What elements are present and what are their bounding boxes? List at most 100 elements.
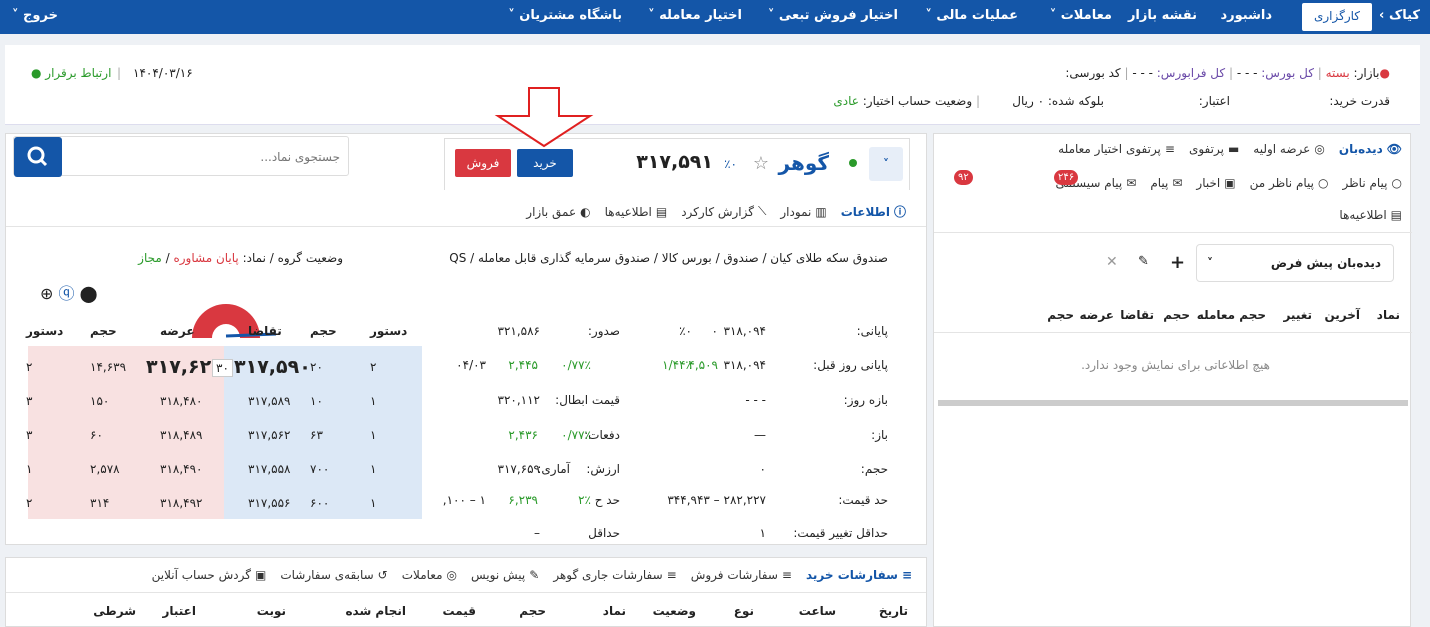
tab-info[interactable]: ⓘ اطلاعات	[841, 203, 906, 220]
tab-option-portfolio[interactable]: ≡ پرتفوی اختیار معامله	[1058, 142, 1175, 156]
tab-online-statement[interactable]: ▣ گردش حساب آنلاین	[152, 568, 267, 582]
search-box[interactable]	[13, 136, 349, 177]
menu-put-option[interactable]: اختیار فروش تبعی ˅	[768, 8, 898, 23]
watch-columns: نماد آخرین تغییر حجم معامله حجم تقاضا عر…	[1038, 308, 1400, 322]
stat-label: حد قیمت:	[838, 493, 888, 507]
symbol-change: ٪۰	[724, 157, 737, 171]
stat-label: بازه روز:	[843, 393, 888, 407]
col-last[interactable]: آخرین	[1312, 308, 1360, 322]
search-button[interactable]	[14, 137, 62, 177]
tab-chart[interactable]: ▥ نمودار	[780, 203, 826, 220]
orderbook-cell: ۳۱۴	[90, 496, 110, 510]
watchlist-select[interactable]: دیده‌بان پیش فرض ˅	[1196, 244, 1394, 282]
add-alert-icon[interactable]: ⊕	[40, 284, 53, 303]
tab-news[interactable]: ▣ اخبار	[1196, 176, 1235, 190]
orderbook-cell: ۲,۵۷۸	[90, 462, 120, 476]
stat-percent-2: ۰/۷۷٪	[561, 428, 591, 442]
tab-notices[interactable]: ▤ اطلاعیه‌ها	[605, 203, 668, 220]
tab-ipo[interactable]: ◎ عرضه اولیه	[1253, 142, 1325, 156]
stat-percent-2: ۲٪	[578, 493, 591, 507]
search-icon	[27, 146, 48, 167]
tab-announcements[interactable]: ▤ اطلاعیه‌ها	[1339, 208, 1402, 222]
stat-percent-2: ۰/۷۷٪	[561, 358, 591, 372]
menu-club[interactable]: باشگاه مشتریان ˅	[508, 8, 622, 23]
watch-tabs-2: ○ پیام ناظر ○ پیام ناظر من ▣ اخبار ✉ پیا…	[1055, 176, 1402, 190]
tab-buy-orders[interactable]: ≡ سفارشات خرید	[806, 568, 912, 582]
orderbook-cell: ۱	[26, 462, 33, 476]
stat-percent: ۱/۴۴٪	[662, 358, 692, 372]
stat-label-2: ارزش:	[586, 462, 620, 476]
exit-menu[interactable]: خروج ˅	[12, 8, 58, 23]
hint-icon[interactable]: ⓠ	[59, 284, 75, 303]
col-trade-volume[interactable]: حجم معامله	[1190, 308, 1266, 322]
tab-messages[interactable]: ✉ پیام	[1150, 176, 1182, 190]
col-ask[interactable]: عرضه	[1074, 308, 1114, 322]
brand-logo[interactable]: کیاک ›	[1379, 8, 1420, 23]
symbol-price: ۳۱۷,۵۹۱	[636, 151, 713, 173]
star-icon[interactable]: ☆	[753, 153, 769, 174]
tab-draft[interactable]: ✎ پیش نویس	[471, 568, 539, 582]
col-bid[interactable]: تقاضا	[1114, 308, 1154, 322]
stat-label: حداقل تغییر قیمت:	[793, 526, 888, 540]
tab-portfolio[interactable]: ▬ پرتفوی	[1189, 142, 1239, 156]
badge-messages: ۲۴۶	[1054, 170, 1079, 185]
orderbook-header: حجم	[310, 324, 337, 338]
status-dot	[849, 159, 857, 167]
col-symbol[interactable]: نماد	[1360, 308, 1400, 322]
stat-label-2: حداقل	[588, 526, 620, 540]
symbol-dropdown[interactable]: ˅	[869, 147, 903, 181]
stat-value-3: ۲,۴۴۵	[508, 358, 538, 372]
buy-button[interactable]: خرید	[517, 149, 573, 177]
blocked-amount: بلوکه شده: ۰ ریال	[1012, 94, 1104, 108]
orderbook-cell: ۳	[26, 428, 33, 442]
search-input[interactable]	[70, 145, 340, 169]
orderbook-cell: ۱	[370, 428, 377, 442]
watchlist-panel: 👁 دیده‌بان ◎ عرضه اولیه ▬ پرتفوی ≡ پرتفو…	[933, 133, 1412, 627]
orders-column: نوع	[733, 604, 754, 618]
orderbook-cell: ۱	[370, 462, 377, 476]
menu-dashboard[interactable]: داشبورد	[1220, 8, 1272, 23]
orderbook-cell: ۲۰	[310, 360, 323, 374]
orderbook-cell: ۱	[370, 496, 377, 510]
orderbook-cell: ۳۱۸,۴۹۰	[160, 462, 203, 476]
menu-trades[interactable]: معاملات ˅	[1050, 8, 1112, 23]
tab-supervisor-msg[interactable]: ○ پیام ناظر	[1342, 176, 1402, 190]
orders-column: قیمت	[442, 604, 476, 618]
orderbook-cell: ۳۱۸,۴۸۹	[160, 428, 203, 442]
group-status: وضعیت گروه / نماد: پایان مشاوره / مجاز	[138, 251, 343, 265]
orders-column: حجم	[519, 604, 546, 618]
buy-power: قدرت خرید:	[1329, 94, 1390, 108]
connection-status: ارتباط برقرار ●	[31, 66, 112, 80]
tab-sell-orders[interactable]: ≡ سفارشات فروش	[691, 568, 792, 582]
orderbook-cell: ۲	[370, 360, 377, 374]
tab-order-history[interactable]: ↺ سابقه‌ی سفارشات	[280, 568, 387, 582]
tab-watchlist[interactable]: 👁 دیده‌بان	[1339, 142, 1402, 156]
tab-report[interactable]: ⟋ گزارش کارکرد	[681, 203, 766, 220]
tab-trades[interactable]: ◎ معاملات	[402, 568, 457, 582]
tab-my-supervisor-msg[interactable]: ○ پیام ناظر من	[1250, 176, 1329, 190]
menu-options[interactable]: اختیار معامله ˅	[648, 8, 742, 23]
credit: اعتبار:	[1198, 94, 1230, 108]
menu-market-map[interactable]: نقشه بازار	[1128, 8, 1197, 23]
stat-value-4: ۱ – ۱۰۰,	[442, 493, 486, 507]
sell-button[interactable]: فروش	[455, 149, 511, 177]
menu-finance[interactable]: عملیات مالی ˅	[925, 8, 1018, 23]
col-change[interactable]: تغییر	[1266, 308, 1312, 322]
breadcrumb: صندوق سکه طلای کیان / صندوق / بورس کالا …	[449, 251, 888, 265]
orderbook-cell: ۱۵۰	[90, 394, 110, 408]
col-volume-2[interactable]: حجم	[1038, 308, 1074, 322]
col-volume[interactable]: حجم	[1154, 308, 1190, 322]
stat-label: حجم:	[860, 462, 888, 476]
orderbook-cell: ۳۱۸,۴۹۲	[160, 496, 203, 510]
orderbook-cell: ۱۴,۶۳۹	[90, 360, 127, 374]
tab-current-orders[interactable]: ≡ سفارشات جاری گوهر	[553, 568, 676, 582]
stat-label: پایانی:	[856, 324, 888, 338]
add-icon[interactable]: +	[1170, 252, 1185, 273]
delete-icon[interactable]: ✕	[1106, 254, 1118, 270]
chevron-down-icon: ˅	[1207, 256, 1213, 270]
edit-icon[interactable]: ✎	[1138, 254, 1149, 269]
tab-depth[interactable]: ◐ عمق بازار	[526, 203, 590, 220]
broker-tab[interactable]: کارگزاری	[1301, 3, 1372, 31]
orderbook-header: تقاضا	[248, 324, 282, 338]
orderbook-cell: ۱	[370, 394, 377, 408]
